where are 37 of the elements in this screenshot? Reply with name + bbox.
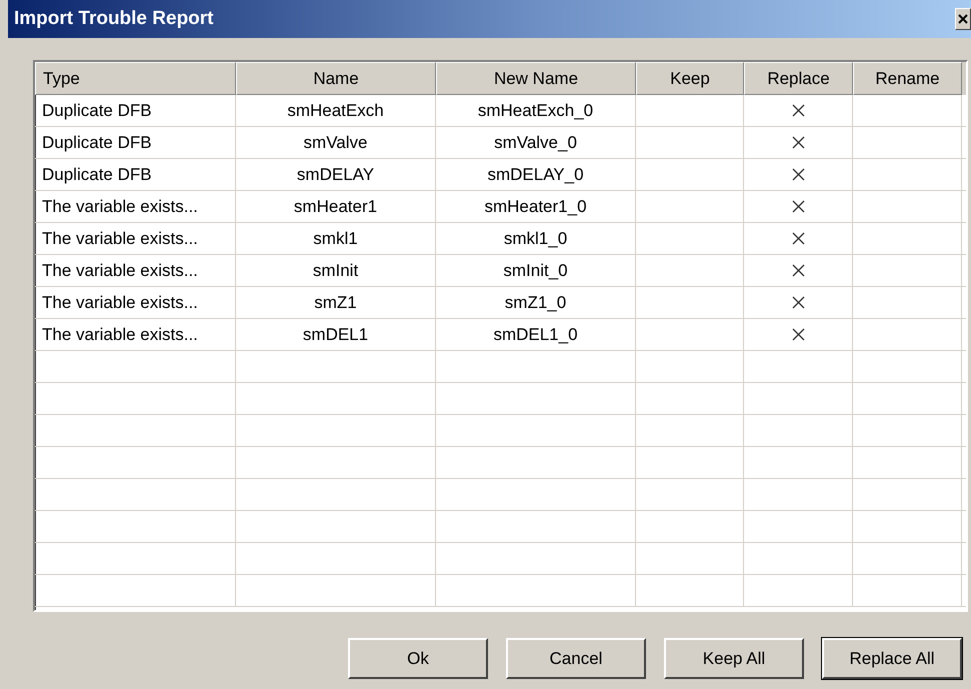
column-header[interactable]: New Name (436, 62, 636, 95)
table-cell: smHeatExch (236, 95, 436, 126)
table-cell: smZ1 (236, 287, 436, 318)
table-cell: smZ1_0 (436, 287, 636, 318)
table-cell: Duplicate DFB (35, 159, 236, 190)
table-cell: smHeater1 (236, 191, 436, 222)
dialog-button[interactable]: Keep All (664, 638, 804, 679)
table-cell: smDEL1_0 (436, 319, 636, 350)
table-cell: The variable exists... (35, 319, 236, 350)
table-cell: The variable exists... (35, 255, 236, 286)
table-cell: smHeatExch_0 (436, 95, 636, 126)
close-icon (958, 14, 968, 24)
table-cell: smDEL1 (236, 319, 436, 350)
table-cell: The variable exists... (35, 191, 236, 222)
dialog-button[interactable]: Cancel (506, 638, 646, 679)
table-cell: smInit_0 (436, 255, 636, 286)
close-button[interactable] (955, 8, 971, 30)
dialog-button[interactable]: Replace All (822, 638, 962, 679)
table-cell: smValve (236, 127, 436, 158)
column-header[interactable]: Keep (636, 62, 744, 95)
table-cell: smValve_0 (436, 127, 636, 158)
table-cell: smDELAY (236, 159, 436, 190)
column-header[interactable]: Rename (853, 62, 962, 95)
table-cell: Duplicate DFB (35, 95, 236, 126)
table-cell: smkl1 (236, 223, 436, 254)
column-header[interactable]: Type (35, 62, 236, 95)
dialog-button[interactable]: Ok (348, 638, 488, 679)
column-header[interactable]: Replace (744, 62, 853, 95)
column-header[interactable]: Name (236, 62, 436, 95)
table-cell: smkl1_0 (436, 223, 636, 254)
table-cell: The variable exists... (35, 223, 236, 254)
table-cell: smInit (236, 255, 436, 286)
table-cell: The variable exists... (35, 287, 236, 318)
table-cell: smHeater1_0 (436, 191, 636, 222)
window-title: Import Trouble Report (13, 8, 214, 30)
table-cell: smDELAY_0 (436, 159, 636, 190)
table-cell: Duplicate DFB (35, 127, 236, 158)
